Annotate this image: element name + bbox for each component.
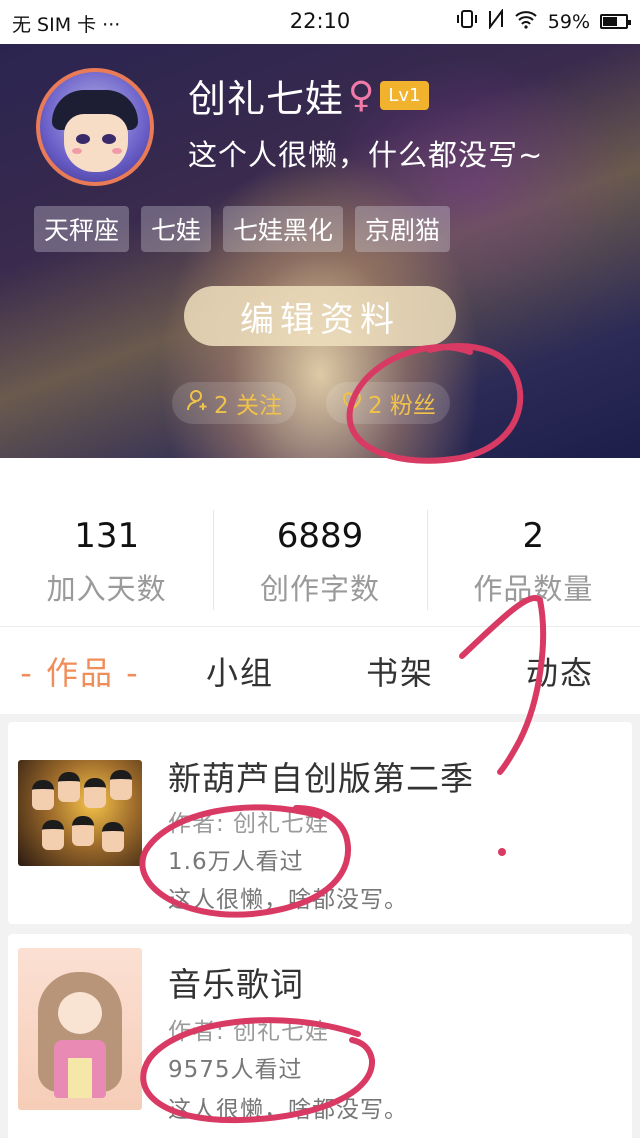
stat-works-count: 2 作品数量 [426,458,640,626]
avatar-cheek-right [112,148,122,154]
cover-figure [42,820,64,850]
cover-figure [58,772,80,802]
stat-label: 加入天数 [46,572,167,606]
tag[interactable]: 天秤座 [34,206,130,252]
avatar-face [64,114,128,172]
cover-skirt [68,1058,92,1098]
heart-icon [340,388,364,418]
tag-list: 天秤座 七娃 七娃黑化 京剧猫 [34,206,451,252]
tag[interactable]: 京剧猫 [355,206,451,252]
user-add-icon [186,388,210,418]
stat-label: 创作字数 [259,572,380,606]
tab-bookshelf[interactable]: 书架 [320,648,480,694]
tab-activity[interactable]: 动态 [480,648,640,694]
bio: 这个人很懒，什么都没写~ [188,138,544,172]
work-title: 音乐歌词 [168,965,304,1004]
cover-figure [32,780,54,810]
battery-icon [600,14,631,29]
tag[interactable]: 七娃 [141,206,212,252]
nfc-icon [488,8,504,34]
following-button[interactable]: 2 关注 [172,382,296,424]
work-views: 9575人看过 [168,1057,303,1083]
work-description: 这人很懒，啥都没写。 [168,887,408,913]
tag[interactable]: 七娃黑化 [223,206,344,252]
followers-button[interactable]: 2 粉丝 [325,382,450,424]
work-views: 1.6万人看过 [168,849,304,875]
work-card[interactable]: 新葫芦自创版第二季 作者: 创礼七娃 1.6万人看过 这人很懒，啥都没写。 [8,722,632,924]
female-icon: ♀ [348,75,375,116]
username-row: 创礼七娃 ♀ Lv1 [188,68,429,123]
tab-works[interactable]: - 作品 - [0,648,160,694]
edit-profile-button[interactable]: 编辑资料 [184,286,456,346]
work-description: 这人很懒，啥都没写。 [168,1097,408,1123]
wifi-icon [514,9,538,34]
work-author: 作者: 创礼七娃 [168,1019,330,1045]
avatar-cheek-left [72,148,82,154]
stat-label: 作品数量 [473,572,594,606]
cover-figure [110,770,132,800]
following-count: 2 关注 [214,393,282,419]
followers-count: 2 粉丝 [367,393,436,419]
username: 创礼七娃 [188,77,345,121]
cover-figure [102,822,124,852]
stat-days-joined: 131 加入天数 [0,458,213,626]
work-cover-image [18,948,142,1110]
stat-value: 131 [74,516,140,556]
tab-groups[interactable]: 小组 [160,648,320,694]
work-cover-image [18,760,142,866]
work-title: 新葫芦自创版第二季 [168,759,474,798]
works-list: 新葫芦自创版第二季 作者: 创礼七娃 1.6万人看过 这人很懒，啥都没写。 音乐… [0,714,640,1138]
profile-tabs: - 作品 - 小组 书架 动态 [0,626,640,714]
level-badge: Lv1 [380,81,429,110]
work-card[interactable]: 音乐歌词 作者: 创礼七娃 9575人看过 这人很懒，啥都没写。 [8,934,632,1138]
stat-value: 6889 [276,516,364,556]
work-author: 作者: 创礼七娃 [168,811,330,837]
status-icons: 59% [456,8,631,34]
cover-figure [84,778,106,808]
avatar-eye-right [102,134,116,144]
stat-value: 2 [522,516,545,556]
avatar-eye-left [76,134,90,144]
follow-row: 2 关注 2 粉丝 [172,382,450,424]
stats-bar: 131 加入天数 6889 创作字数 2 作品数量 [0,458,640,626]
vibrate-icon [456,9,478,34]
battery-percent: 59% [547,10,590,33]
status-bar: 无 SIM 卡 ··· 22:10 59% [0,0,640,44]
profile-page: 无 SIM 卡 ··· 22:10 59% 创礼七娃 ♀ Lv1 这个人很懒，什… [0,0,640,1138]
cover-figure [72,816,94,846]
profile-header: 创礼七娃 ♀ Lv1 这个人很懒，什么都没写~ 天秤座 七娃 七娃黑化 京剧猫 … [0,44,640,458]
avatar[interactable] [36,68,154,186]
stat-word-count: 6889 创作字数 [213,458,426,626]
cover-face [58,992,102,1034]
